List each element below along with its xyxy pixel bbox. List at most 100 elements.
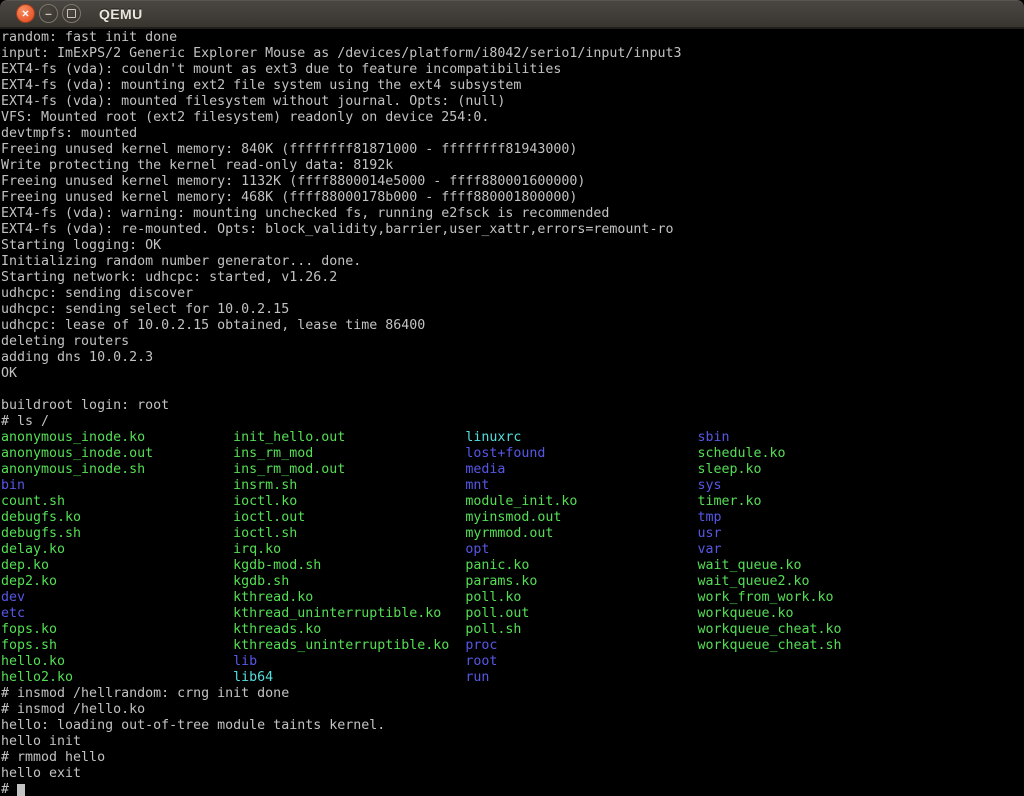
file-name: kthreads.ko bbox=[233, 622, 465, 638]
file-name: etc bbox=[1, 606, 233, 622]
file-name: module_init.ko bbox=[465, 494, 697, 510]
terminal-line: etckthread_uninterruptible.kopoll.outwor… bbox=[1, 606, 1024, 622]
terminal-line: adding dns 10.0.2.3 bbox=[1, 350, 1024, 366]
terminal-line: # rmmod hello bbox=[1, 750, 1024, 766]
text-segment: devtmpfs: mounted bbox=[1, 126, 137, 142]
terminal-line: debugfs.koioctl.outmyinsmod.outtmp bbox=[1, 510, 1024, 526]
close-icon: × bbox=[22, 7, 29, 19]
terminal-line: devkthread.kopoll.kowork_from_work.ko bbox=[1, 590, 1024, 606]
file-name: insrm.sh bbox=[233, 478, 465, 494]
terminal-line: dep.kokgdb-mod.shpanic.kowait_queue.ko bbox=[1, 558, 1024, 574]
file-name: hello2.ko bbox=[1, 670, 233, 686]
text-segment: Starting network: udhcpc: started, v1.26… bbox=[1, 270, 337, 286]
terminal-line: buildroot login: root bbox=[1, 398, 1024, 414]
text-segment: Starting logging: OK bbox=[1, 238, 161, 254]
file-name: lib64 bbox=[233, 670, 465, 686]
file-name: proc bbox=[465, 638, 697, 654]
terminal-line: delay.koirq.kooptvar bbox=[1, 542, 1024, 558]
text-segment: input: ImExPS/2 Generic Explorer Mouse a… bbox=[1, 46, 681, 62]
file-name: sys bbox=[697, 478, 721, 494]
file-name: kgdb.sh bbox=[233, 574, 465, 590]
terminal-line: udhcpc: lease of 10.0.2.15 obtained, lea… bbox=[1, 318, 1024, 334]
file-name: mnt bbox=[465, 478, 697, 494]
text-segment: buildroot login: root bbox=[1, 398, 169, 414]
file-name: dep.ko bbox=[1, 558, 233, 574]
file-name: kthread.ko bbox=[233, 590, 465, 606]
terminal-line: deleting routers bbox=[1, 334, 1024, 350]
terminal-line: count.shioctl.komodule_init.kotimer.ko bbox=[1, 494, 1024, 510]
file-name: poll.sh bbox=[465, 622, 697, 638]
text-segment: Initializing random number generator... … bbox=[1, 254, 361, 270]
terminal-line: udhcpc: sending discover bbox=[1, 286, 1024, 302]
file-name: kthreads_uninterruptible.ko bbox=[233, 638, 465, 654]
terminal-line: devtmpfs: mounted bbox=[1, 126, 1024, 142]
file-name: ioctl.out bbox=[233, 510, 465, 526]
file-name: workqueue_cheat.sh bbox=[697, 638, 841, 654]
text-segment: udhcpc: sending discover bbox=[1, 286, 193, 302]
file-name: run bbox=[465, 670, 489, 686]
terminal-line: input: ImExPS/2 Generic Explorer Mouse a… bbox=[1, 46, 1024, 62]
terminal-line: EXT4-fs (vda): warning: mounting uncheck… bbox=[1, 206, 1024, 222]
file-name: poll.out bbox=[465, 606, 697, 622]
file-name: irq.ko bbox=[233, 542, 465, 558]
terminal-line: fops.shkthreads_uninterruptible.koprocwo… bbox=[1, 638, 1024, 654]
text-segment: Freeing unused kernel memory: 1132K (fff… bbox=[1, 174, 585, 190]
terminal-line: udhcpc: sending select for 10.0.2.15 bbox=[1, 302, 1024, 318]
terminal-line: hello init bbox=[1, 734, 1024, 750]
text-segment: EXT4-fs (vda): re-mounted. Opts: block_v… bbox=[1, 222, 673, 238]
text-segment: # ls / bbox=[1, 414, 49, 430]
file-name: ins_rm_mod.out bbox=[233, 462, 465, 478]
text-segment: hello init bbox=[1, 734, 81, 750]
file-name: init_hello.out bbox=[233, 430, 465, 446]
file-name: sbin bbox=[697, 430, 729, 446]
file-name: kthread_uninterruptible.ko bbox=[233, 606, 465, 622]
file-name: ioctl.ko bbox=[233, 494, 465, 510]
terminal-line: Initializing random number generator... … bbox=[1, 254, 1024, 270]
file-name: kgdb-mod.sh bbox=[233, 558, 465, 574]
file-name: fops.sh bbox=[1, 638, 233, 654]
text-segment: EXT4-fs (vda): mounted filesystem withou… bbox=[1, 94, 505, 110]
file-name: dev bbox=[1, 590, 233, 606]
file-name: workqueue_cheat.ko bbox=[697, 622, 841, 638]
file-name: anonymous_inode.ko bbox=[1, 430, 233, 446]
file-name: myrmmod.out bbox=[465, 526, 697, 542]
maximize-icon bbox=[67, 9, 76, 18]
close-button[interactable]: × bbox=[16, 4, 35, 23]
file-name: debugfs.ko bbox=[1, 510, 233, 526]
file-name: ioctl.sh bbox=[233, 526, 465, 542]
terminal-line: EXT4-fs (vda): re-mounted. Opts: block_v… bbox=[1, 222, 1024, 238]
qemu-window: × – QEMU random: fast init doneinput: Im… bbox=[0, 0, 1024, 796]
file-name: timer.ko bbox=[697, 494, 761, 510]
text-segment: hello: loading out-of-tree module taints… bbox=[1, 718, 385, 734]
file-name: media bbox=[465, 462, 697, 478]
minimize-button[interactable]: – bbox=[39, 4, 58, 23]
text-segment: Write protecting the kernel read-only da… bbox=[1, 158, 393, 174]
text-segment: random: fast init done bbox=[1, 30, 177, 46]
file-name: wait_queue2.ko bbox=[697, 574, 809, 590]
file-name: root bbox=[465, 654, 497, 670]
file-name: usr bbox=[697, 526, 721, 542]
text-segment: # insmod /hellrandom: crng init done bbox=[1, 686, 289, 702]
file-name: sleep.ko bbox=[697, 462, 761, 478]
terminal-line: anonymous_inode.shins_rm_mod.outmediasle… bbox=[1, 462, 1024, 478]
terminal-screen[interactable]: random: fast init doneinput: ImExPS/2 Ge… bbox=[0, 29, 1024, 796]
terminal-line: EXT4-fs (vda): mounting ext2 file system… bbox=[1, 78, 1024, 94]
text-segment: OK bbox=[1, 366, 17, 382]
terminal-line: Freeing unused kernel memory: 468K (ffff… bbox=[1, 190, 1024, 206]
terminal-line: fops.kokthreads.kopoll.shworkqueue_cheat… bbox=[1, 622, 1024, 638]
terminal-line: debugfs.shioctl.shmyrmmod.outusr bbox=[1, 526, 1024, 542]
file-name: workqueue.ko bbox=[697, 606, 793, 622]
text-segment: deleting routers bbox=[1, 334, 129, 350]
terminal-line: Freeing unused kernel memory: 840K (ffff… bbox=[1, 142, 1024, 158]
terminal-line: anonymous_inode.koinit_hello.outlinuxrcs… bbox=[1, 430, 1024, 446]
file-name: bin bbox=[1, 478, 233, 494]
file-name: count.sh bbox=[1, 494, 233, 510]
terminal-line: dep2.kokgdb.shparams.kowait_queue2.ko bbox=[1, 574, 1024, 590]
maximize-button[interactable] bbox=[62, 4, 81, 23]
text-segment: VFS: Mounted root (ext2 filesystem) read… bbox=[1, 110, 489, 126]
terminal-line: anonymous_inode.outins_rm_modlost+founds… bbox=[1, 446, 1024, 462]
file-name: lost+found bbox=[465, 446, 697, 462]
terminal-line: Starting network: udhcpc: started, v1.26… bbox=[1, 270, 1024, 286]
terminal-line: # ls / bbox=[1, 414, 1024, 430]
titlebar[interactable]: × – QEMU bbox=[0, 0, 1024, 29]
